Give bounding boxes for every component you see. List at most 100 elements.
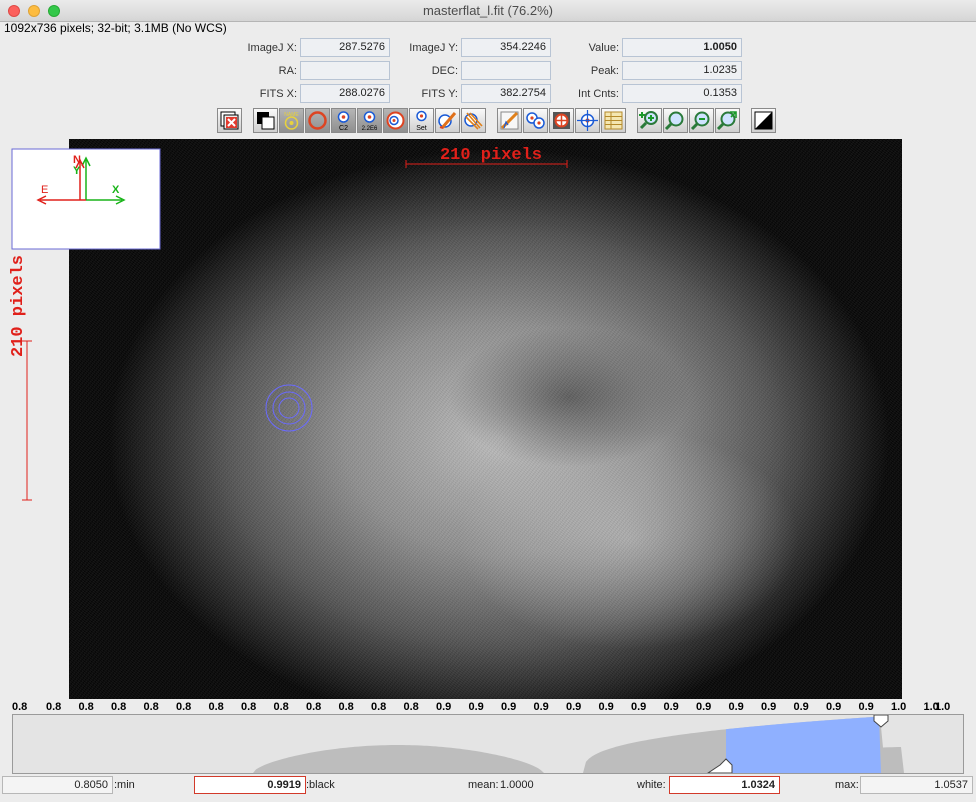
aperture-settings-button[interactable] xyxy=(383,108,408,133)
histogram-tick-label: 1.0 xyxy=(923,701,939,713)
center-target-icon xyxy=(577,110,598,131)
c2-text: C2 xyxy=(339,125,348,132)
histogram-tick-label: 0.8 xyxy=(208,701,224,713)
zoom-full-button[interactable] xyxy=(715,108,740,133)
centroid-c2-icon: C2 xyxy=(337,111,350,132)
fits-y-label: FITS Y: xyxy=(421,88,458,100)
value-label: Value: xyxy=(588,42,619,54)
histogram-tick-label: 0.9 xyxy=(663,701,679,713)
histogram-tick-label: 0.9 xyxy=(793,701,809,713)
center-target-button[interactable] xyxy=(575,108,600,133)
histogram-tick-label: 0.9 xyxy=(631,701,647,713)
aperture-icon xyxy=(308,111,327,130)
histogram-tick-label: 0.8 xyxy=(273,701,289,713)
pencil-aperture-icon xyxy=(438,112,457,129)
image-info: 1092x736 pixels; 32-bit; 3.1MB (No WCS) xyxy=(4,21,227,35)
radial-profile-icon xyxy=(500,111,519,130)
set-aperture-icon: Set xyxy=(416,110,427,132)
pencil-aperture-button[interactable] xyxy=(435,108,460,133)
histogram-tick-label: 0.9 xyxy=(696,701,712,713)
histogram-tick-label: 0.9 xyxy=(598,701,614,713)
invert-button[interactable] xyxy=(253,108,278,133)
image-canvas[interactable] xyxy=(0,138,976,700)
histogram-tick-label: 0.9 xyxy=(858,701,874,713)
histogram-selected-range xyxy=(726,716,881,773)
window: masterflat_l.fit (76.2%) 1092x736 pixels… xyxy=(0,0,976,802)
imagej-y-label: ImageJ Y: xyxy=(409,42,458,54)
name-label-icon: NAME xyxy=(284,112,299,130)
peak-label: Peak: xyxy=(590,65,619,77)
histogram-tick-label: 0.8 xyxy=(78,701,94,713)
contrast-button[interactable] xyxy=(751,108,776,133)
histogram-tick-label: 0.9 xyxy=(826,701,842,713)
histogram-tick-label: 0.9 xyxy=(436,701,452,713)
zoom-full-icon xyxy=(716,111,737,131)
histogram-tick-label: 0.9 xyxy=(468,701,484,713)
mean-label: mean: xyxy=(468,779,499,791)
multi-aperture-button[interactable] xyxy=(523,108,548,133)
set-aperture-button[interactable]: Set xyxy=(409,108,434,133)
histogram-tick-label: 0.8 xyxy=(176,701,192,713)
radial-profile-button[interactable] xyxy=(497,108,522,133)
max-label: max: xyxy=(835,779,859,791)
clear-overlay-button[interactable] xyxy=(217,108,242,133)
max-field[interactable]: 1.0537 xyxy=(860,776,973,794)
histogram-tick-label: 0.9 xyxy=(728,701,744,713)
histogram-tick-label: 0.8 xyxy=(143,701,159,713)
peak-field[interactable]: 1.0235 xyxy=(622,61,742,80)
histogram-tick-label: 0.8 xyxy=(46,701,62,713)
min-label: :min xyxy=(114,779,135,791)
zoom-out-button[interactable] xyxy=(689,108,714,133)
image-noise xyxy=(69,139,902,699)
histogram-ticks: 0.8 1.0 0.8 0.8 0.8 0.8 0.8 0.8 0.8 0.8 0.8 0.8 0.… xyxy=(0,701,976,715)
broom-clear-icon xyxy=(464,112,483,130)
histogram-tick-label: 0.8 xyxy=(241,701,257,713)
histogram-tick-label: 0.8 xyxy=(371,701,387,713)
aperture-button[interactable] xyxy=(305,108,330,133)
min-field[interactable]: 0.8050 xyxy=(2,776,113,794)
histogram-tick-label: 0.8 xyxy=(338,701,354,713)
histogram-tick-label: 0.8 xyxy=(403,701,419,713)
zoom-fit-icon xyxy=(664,111,684,131)
int-cnts-field[interactable]: 0.1353 xyxy=(622,84,742,103)
fits-x-label: FITS X: xyxy=(259,88,297,100)
table-button[interactable] xyxy=(601,108,626,133)
invert-icon xyxy=(257,112,275,130)
title-bar[interactable]: masterflat_l.fit (76.2%) xyxy=(0,0,976,22)
flat-field-image[interactable] xyxy=(69,139,902,699)
centroid-button[interactable]: C2 xyxy=(331,108,356,133)
contrast-icon xyxy=(754,111,773,130)
name-label-button[interactable]: NAME xyxy=(279,108,304,133)
mean-value: 1.0000 xyxy=(500,779,534,791)
histogram-tick-label: 0.9 xyxy=(761,701,777,713)
copy-aperture-button[interactable] xyxy=(549,108,574,133)
black-field[interactable]: 0.9919 xyxy=(194,776,306,794)
radius-2fe6-icon: 2.2E6 xyxy=(362,111,378,132)
multi-aperture-icon xyxy=(526,112,545,129)
histogram-tick-left: 0.8 xyxy=(12,701,28,713)
int-cnts-label: Int Cnts: xyxy=(578,88,619,100)
histogram-tick-label: 1.0 xyxy=(891,701,907,713)
histogram-tick-label: 0.9 xyxy=(501,701,517,713)
histogram-tick-label: 0.9 xyxy=(533,701,549,713)
black-label: :black xyxy=(306,779,335,791)
ra-label: RA: xyxy=(278,65,297,77)
white-field[interactable]: 1.0324 xyxy=(669,776,780,794)
table-icon xyxy=(604,111,623,130)
zoom-fit-button[interactable] xyxy=(663,108,688,133)
histogram-panel[interactable] xyxy=(12,714,964,774)
zoom-out-icon xyxy=(690,111,710,131)
zoom-in-button[interactable] xyxy=(637,108,662,133)
imagej-x-label: ImageJ X: xyxy=(247,42,297,54)
radius-button[interactable]: 2.2E6 xyxy=(357,108,382,133)
value-field[interactable]: 1.0050 xyxy=(622,38,742,57)
dec-label: DEC: xyxy=(431,65,458,77)
broom-clear-button[interactable] xyxy=(461,108,486,133)
r2fe6-text: 2.2E6 xyxy=(362,126,378,132)
histogram-tick-label: 0.8 xyxy=(306,701,322,713)
white-label: white: xyxy=(637,779,666,791)
clear-overlay-icon xyxy=(220,111,239,130)
zoom-in-icon xyxy=(639,111,658,130)
set-text: Set xyxy=(416,125,427,132)
histogram-tick-label: 0.8 xyxy=(111,701,127,713)
